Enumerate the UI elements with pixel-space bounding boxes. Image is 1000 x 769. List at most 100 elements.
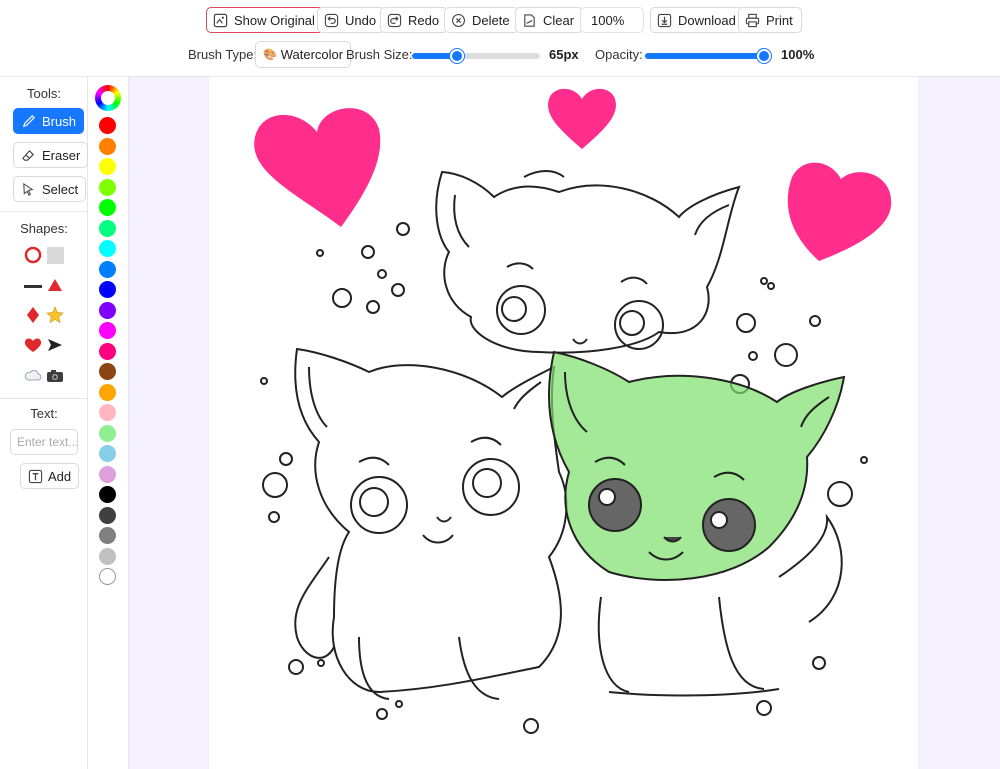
color-swatch[interactable] [99, 199, 116, 216]
kitten-left [294, 347, 568, 700]
eraser-tool-button[interactable]: Eraser [13, 142, 89, 168]
text-heading: Text: [30, 406, 58, 421]
color-swatch[interactable] [99, 301, 116, 319]
color-swatch[interactable] [99, 281, 116, 298]
color-swatch[interactable] [99, 527, 116, 544]
paint-palette-icon: 🎨 [263, 49, 277, 61]
brush-tool-button[interactable]: Brush [13, 108, 84, 134]
eraser-icon [21, 148, 36, 163]
kitten-back [435, 170, 741, 354]
color-swatch[interactable] [99, 158, 116, 175]
color-swatch[interactable] [99, 240, 116, 257]
opacity-fill [645, 53, 764, 59]
download-button[interactable]: Download [650, 7, 745, 33]
arrow-shape-button[interactable] [45, 335, 65, 355]
triangle-shape-button[interactable] [45, 275, 65, 295]
kitten-right-green-fill [549, 352, 844, 580]
tools-heading: Tools: [27, 86, 61, 101]
brush-size-slider[interactable] [412, 49, 540, 63]
shapes-heading: Shapes: [20, 221, 68, 236]
drawing-canvas[interactable] [209, 77, 918, 769]
color-swatch[interactable] [99, 363, 116, 380]
color-swatch[interactable] [99, 260, 116, 278]
print-button[interactable]: Print [738, 7, 802, 33]
heart-top [548, 88, 616, 149]
add-text-label: Add [48, 468, 72, 484]
redo-icon [387, 13, 402, 28]
color-swatch[interactable] [99, 445, 116, 462]
square-icon [46, 246, 64, 264]
tool-panel: Tools: Brush Eraser Select Shapes: Text:… [0, 77, 89, 769]
color-swatch[interactable] [99, 465, 116, 483]
show-original-button[interactable]: Show Original [206, 7, 324, 33]
brush-size-handle[interactable] [450, 49, 464, 63]
color-swatch[interactable] [99, 404, 116, 421]
undo-button[interactable]: Undo [317, 7, 386, 33]
opacity-handle[interactable] [757, 49, 771, 63]
camera-shape-button[interactable] [45, 365, 65, 385]
add-text-button[interactable]: Add [20, 463, 80, 489]
color-swatch[interactable] [99, 137, 116, 155]
color-swatch[interactable] [99, 342, 116, 360]
color-swatch[interactable] [99, 219, 116, 237]
color-swatch[interactable] [99, 322, 116, 339]
color-swatch[interactable] [99, 568, 116, 585]
select-tool-button[interactable]: Select [13, 176, 87, 202]
top-toolbar: Show Original Undo Redo Delete Clear 100… [0, 0, 1000, 77]
heart-icon [24, 338, 42, 352]
undo-icon [324, 13, 339, 28]
brush-icon [21, 114, 36, 129]
select-tool-label: Select [42, 181, 79, 197]
clear-icon [522, 13, 537, 28]
brush-type-select[interactable]: 🎨 Watercolor [255, 41, 352, 68]
coloring-page-artwork [254, 88, 892, 734]
download-icon [657, 13, 672, 28]
eraser-tool-label: Eraser [42, 147, 81, 163]
action-row: Show Original Undo Redo Delete Clear 100… [0, 7, 1000, 34]
divider [0, 211, 88, 212]
diamond-icon [27, 307, 39, 323]
opacity-value: 100% [781, 47, 815, 62]
square-shape-button[interactable] [45, 245, 65, 265]
opacity-slider[interactable] [645, 49, 771, 63]
brush-size-label: Brush Size: [346, 47, 413, 62]
color-palette [88, 77, 129, 769]
cloud-shape-button[interactable] [23, 365, 43, 385]
color-swatch[interactable] [99, 547, 116, 565]
line-shape-button[interactable] [23, 276, 43, 296]
brush-type-label: Brush Type: [188, 47, 258, 62]
diamond-shape-button[interactable] [23, 305, 43, 325]
show-original-label: Show Original [234, 12, 315, 28]
star-shape-button[interactable] [45, 305, 65, 325]
color-swatch[interactable] [99, 506, 116, 524]
delete-button[interactable]: Delete [444, 7, 519, 33]
camera-icon [47, 369, 63, 382]
color-wheel-icon[interactable] [95, 85, 121, 111]
clear-button[interactable]: Clear [515, 7, 584, 33]
text-input[interactable] [10, 429, 78, 455]
circle-shape-button[interactable] [23, 245, 43, 265]
brush-type-value: Watercolor [280, 47, 344, 62]
color-swatch[interactable] [99, 117, 116, 134]
cursor-icon [21, 182, 36, 197]
color-swatch[interactable] [99, 486, 116, 503]
redo-label: Redo [408, 12, 440, 28]
divider [0, 398, 88, 399]
color-swatch[interactable] [99, 383, 116, 401]
brush-tool-label: Brush [42, 113, 76, 129]
print-label: Print [766, 12, 793, 28]
color-swatch[interactable] [99, 424, 116, 442]
download-label: Download [678, 12, 736, 28]
clear-label: Clear [543, 12, 575, 28]
line-icon [24, 284, 42, 288]
heart-shape-button[interactable] [23, 335, 43, 355]
brush-settings-row: Brush Type: 🎨 Watercolor Brush Size: 65p… [0, 41, 1000, 69]
undo-label: Undo [345, 12, 377, 28]
delete-label: Delete [472, 12, 510, 28]
heart-left [254, 108, 381, 227]
image-compare-icon [213, 13, 228, 28]
zoom-level[interactable]: 100% [580, 7, 644, 33]
color-swatch[interactable] [99, 178, 116, 196]
redo-button[interactable]: Redo [380, 7, 449, 33]
star-icon [46, 306, 64, 324]
